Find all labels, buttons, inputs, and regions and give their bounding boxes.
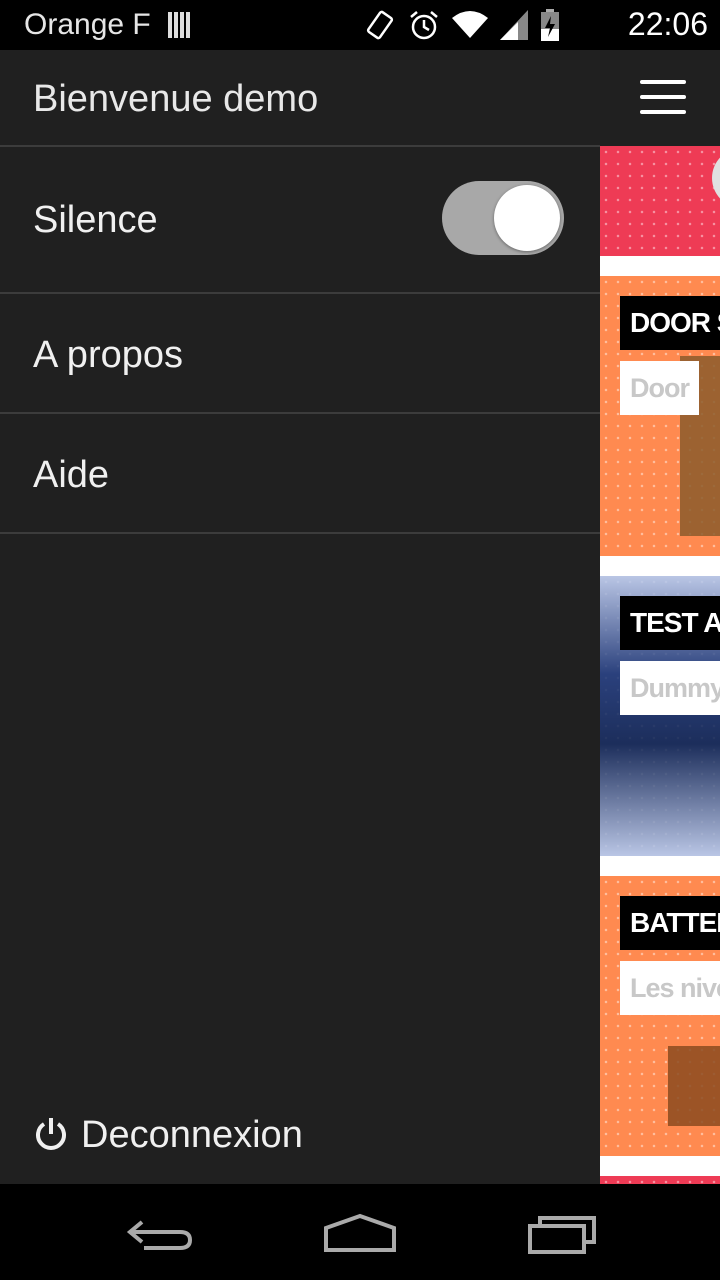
- toggle-knob: [494, 185, 560, 251]
- cell-signal-icon: [500, 10, 528, 40]
- silence-toggle[interactable]: [442, 181, 564, 255]
- status-icons: [364, 9, 560, 41]
- menu-item-label: A propos: [33, 334, 183, 376]
- avatar: [712, 148, 720, 208]
- card-title: DOOR S: [620, 296, 720, 350]
- card-subtitle: Door: [620, 361, 699, 415]
- carrier-name: Orange F: [24, 8, 151, 41]
- battery-charging-icon: [541, 9, 559, 41]
- power-icon: [36, 1118, 66, 1150]
- menu-item-silence[interactable]: Silence: [0, 147, 600, 294]
- menu-item-label: Aide: [33, 454, 110, 496]
- card-next: [600, 1176, 720, 1184]
- card-header-banner: [600, 146, 720, 256]
- recents-icon[interactable]: [520, 1208, 600, 1258]
- vibrate-icon: [366, 10, 394, 40]
- signal-bars-icon: [168, 12, 190, 38]
- menu-item-label: Silence: [33, 199, 158, 241]
- back-icon[interactable]: [120, 1208, 200, 1258]
- status-bar: Orange F 22:06: [0, 0, 720, 50]
- menu-item-a-propos[interactable]: A propos: [0, 294, 600, 414]
- system-nav-bar: [0, 1184, 720, 1280]
- alarm-icon: [410, 11, 438, 40]
- logout-label: Deconnexion: [81, 1113, 303, 1156]
- welcome-title: Bienvenue demo: [33, 78, 319, 120]
- card-illustration: [668, 1046, 720, 1126]
- home-icon[interactable]: [320, 1208, 400, 1258]
- card-door[interactable]: DOOR S Door: [600, 276, 720, 556]
- main-content-peek: DOOR S Door TEST AP Dummy BATTERY Les ni…: [600, 50, 720, 1184]
- card-subtitle: Les nive: [620, 961, 720, 1015]
- hamburger-menu-icon[interactable]: [640, 80, 688, 116]
- logout-button[interactable]: Deconnexion: [33, 1110, 303, 1160]
- clock: 22:06: [627, 6, 708, 42]
- wifi-icon: [452, 11, 488, 38]
- navigation-drawer: Bienvenue demo Silence A propos Aide Dec…: [0, 50, 600, 1184]
- card-battery[interactable]: BATTERY Les nive: [600, 876, 720, 1156]
- card-subtitle: Dummy: [620, 661, 720, 715]
- card-title: BATTERY: [620, 896, 720, 950]
- drawer-header: Bienvenue demo: [0, 50, 600, 147]
- card-title: TEST AP: [620, 596, 720, 650]
- menu-item-aide[interactable]: Aide: [0, 414, 600, 534]
- card-test[interactable]: TEST AP Dummy: [600, 576, 720, 856]
- app-bar: [600, 50, 720, 146]
